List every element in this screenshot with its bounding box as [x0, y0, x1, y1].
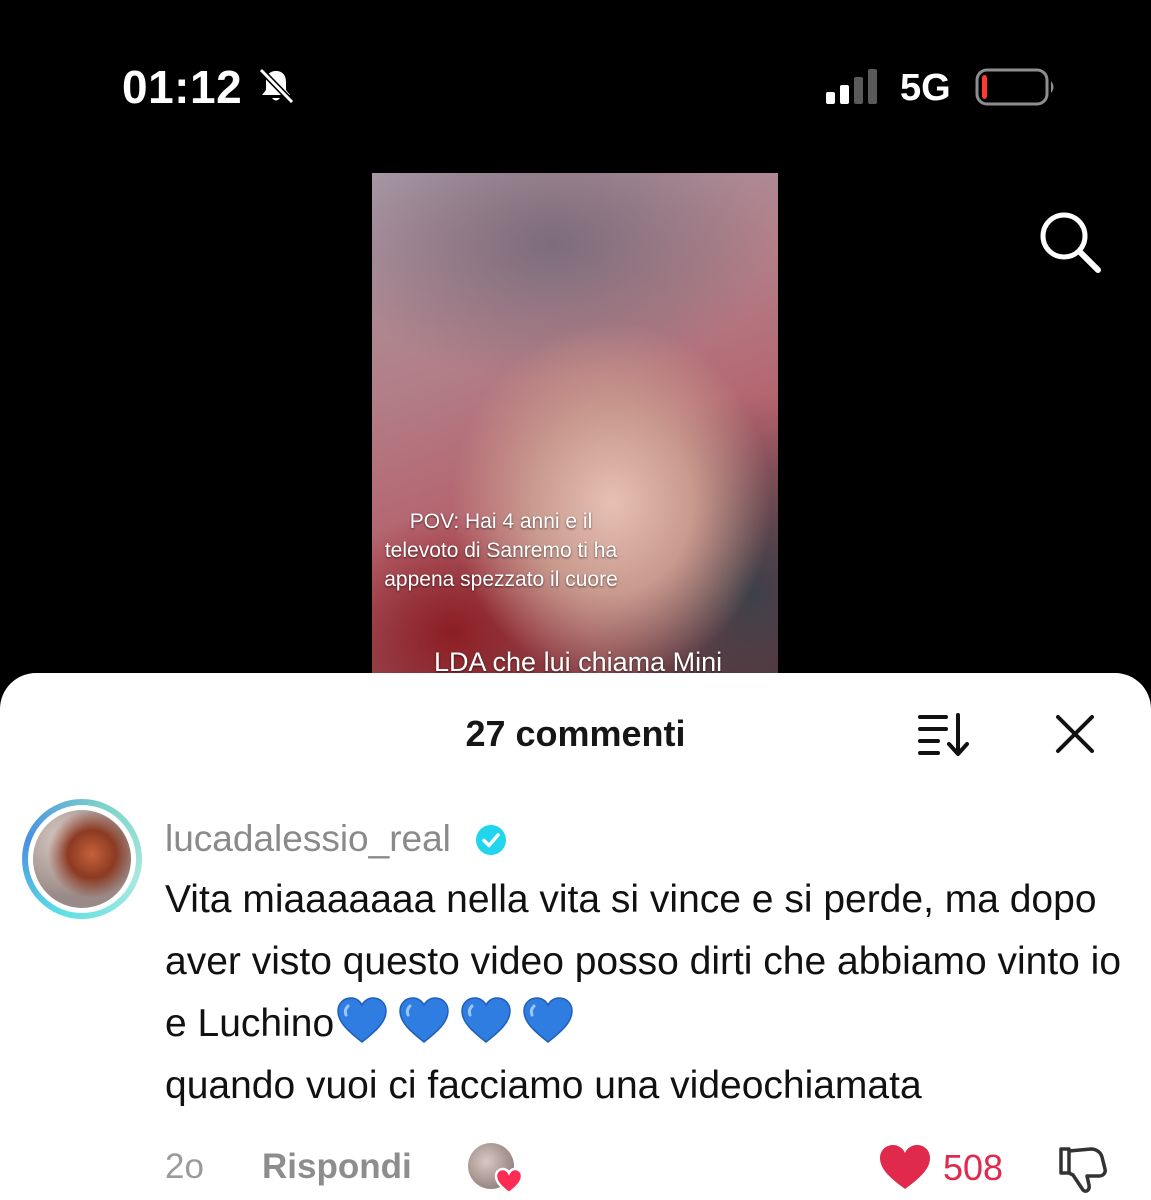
sort-icon[interactable] [916, 711, 974, 757]
creator-like-heart-icon [494, 1167, 524, 1195]
reply-button[interactable]: Rispondi [262, 1147, 412, 1187]
comment-text-end: quando vuoi ci facciamo una videochiamat… [165, 1064, 922, 1107]
commenter-avatar[interactable] [22, 799, 142, 919]
dislike-icon[interactable] [1055, 1143, 1107, 1195]
blue-heart-icon [399, 997, 449, 1043]
comment-username[interactable]: lucadalessio_real [165, 818, 451, 860]
like-count: 508 [943, 1147, 1004, 1188]
blue-hearts-emoji [336, 996, 574, 1044]
comments-title: 27 commenti [465, 713, 686, 754]
signal-icon [826, 69, 877, 104]
comment-text-main: Vita miaaaaaaa nella vita si vince e si … [165, 878, 1122, 1045]
blue-heart-icon [337, 997, 387, 1043]
video-thumbnail[interactable]: POV: Hai 4 anni e il televoto di Sanremo… [372, 173, 778, 693]
battery-icon [975, 68, 1054, 106]
heart-like-icon[interactable] [878, 1143, 932, 1191]
search-icon[interactable] [1036, 208, 1102, 274]
comments-sheet: 27 commenti lucadalessio_real Vita miaaa… [0, 673, 1151, 1200]
comment-text: Vita miaaaaaaa nella vita si vince e si … [165, 869, 1125, 1117]
bell-slash-icon [258, 67, 295, 105]
blue-heart-icon [461, 997, 511, 1043]
blue-heart-icon [523, 997, 573, 1043]
comment-age: 2o [165, 1147, 204, 1186]
verified-badge-icon [476, 825, 506, 855]
video-caption: POV: Hai 4 anni e il televoto di Sanremo… [384, 510, 618, 591]
avatar-image [28, 805, 136, 913]
status-time: 01:12 [122, 61, 243, 113]
close-icon[interactable] [1054, 713, 1096, 755]
network-label: 5G [900, 67, 951, 109]
